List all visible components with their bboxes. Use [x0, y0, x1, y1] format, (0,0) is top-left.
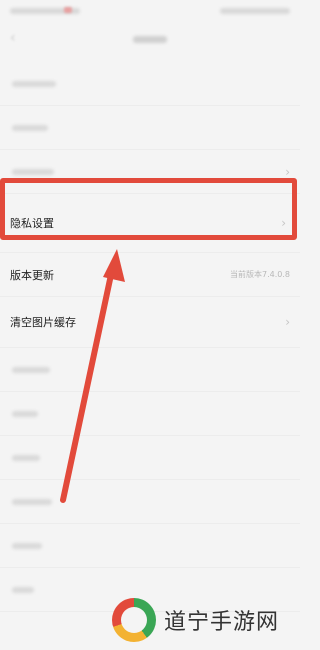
- watermark-text: 道宁手游网: [164, 610, 280, 635]
- pointer-arrow-icon: [60, 249, 125, 503]
- watermark-logo-icon: [112, 598, 156, 642]
- watermark: 道宁手游网: [112, 595, 302, 645]
